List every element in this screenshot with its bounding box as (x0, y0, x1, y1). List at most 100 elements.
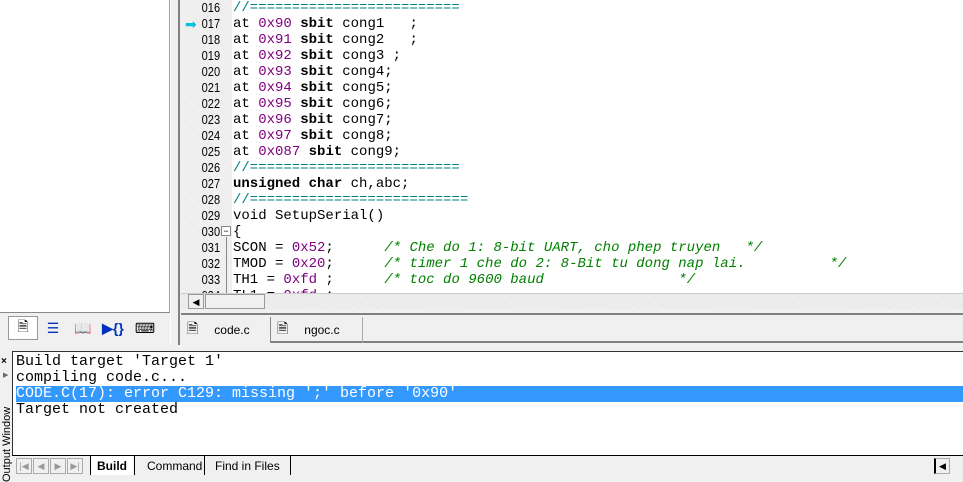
code-token: 0x087 (258, 144, 301, 160)
code-token: 0x91 (258, 32, 292, 48)
file-tab-bar: 🗎 code.c 🗎 ngoc.c (181, 313, 963, 343)
next-tab-icon[interactable]: ▶ (50, 458, 66, 474)
output-line[interactable]: compiling code.c... (16, 370, 963, 386)
code-line[interactable]: at 0x96 sbit cong7; (233, 112, 393, 128)
line-number: 019 (201, 48, 221, 63)
code-token: at (233, 48, 259, 64)
output-window[interactable]: Build target 'Target 1' compiling code.c… (12, 351, 963, 455)
line-number: 018 (201, 32, 221, 47)
code-line[interactable]: at 0x95 sbit cong6; (233, 96, 393, 112)
code-token: at (233, 128, 259, 144)
splitter[interactable] (170, 0, 180, 345)
code-token: cong9; (342, 144, 402, 160)
file-icon: 🗎 (187, 320, 199, 336)
line-number: 028 (201, 192, 221, 207)
line-number: 024 (201, 128, 221, 143)
code-line[interactable]: at 0x97 sbit cong8; (233, 128, 393, 144)
code-line[interactable]: TMOD = 0x20; /* timer 1 che do 2: 8-Bit … (233, 256, 846, 272)
code-token: 0x52 (291, 240, 326, 256)
files-tab-icon[interactable]: 🗎 (8, 316, 38, 340)
line-number: 020 (201, 64, 221, 79)
code-token: //========================= (233, 0, 460, 16)
code-token: sbit (291, 96, 334, 112)
templates-tab-icon[interactable]: ⌨ (130, 316, 160, 340)
line-number: 016 (201, 0, 221, 15)
code-token: sbit (291, 80, 334, 96)
code-token: 0x92 (258, 48, 292, 64)
code-line[interactable]: //========================= (233, 0, 460, 16)
code-token: at (233, 112, 259, 128)
scroll-left-icon[interactable]: ◀ (188, 294, 204, 309)
code-token: 0x95 (258, 96, 292, 112)
code-line[interactable]: //========================== (233, 192, 468, 208)
prev-tab-icon[interactable]: ◀ (33, 458, 49, 474)
code-token: sbit (291, 16, 334, 32)
code-line[interactable]: at 0x90 sbit cong1 ; (233, 16, 418, 32)
code-token: ch,abc; (342, 176, 410, 192)
code-line[interactable]: SCON = 0x52; /* Che do 1: 8-bit UART, ch… (233, 240, 762, 256)
code-token: ; (325, 256, 385, 272)
code-line[interactable]: void SetupSerial() (233, 208, 384, 224)
tab-command[interactable]: Command (134, 456, 214, 475)
code-token: sbit (300, 144, 343, 160)
tab-build[interactable]: Build (90, 456, 133, 475)
code-token: TH1 = (233, 272, 284, 288)
output-line-selected[interactable]: CODE.C(17): error C129: missing ';' befo… (16, 386, 963, 402)
code-token: 0x90 (258, 16, 292, 32)
code-token: cong1 ; (333, 16, 418, 32)
code-token: cong3 ; (333, 48, 402, 64)
first-tab-icon[interactable]: |◀ (16, 458, 32, 474)
output-line[interactable]: Build target 'Target 1' (16, 354, 963, 370)
code-token: /* toc do 9600 baud */ (384, 272, 696, 288)
code-token: sbit (291, 112, 334, 128)
code-token: cong6; (333, 96, 393, 112)
fold-collapse-icon[interactable]: − (221, 226, 231, 236)
line-number: 029 (201, 208, 221, 223)
functions-tab-icon[interactable]: ▶{} (98, 316, 128, 340)
code-token: ; (325, 240, 385, 256)
project-tabs: 🗎 ☰ 📖 ▶{} ⌨ (0, 312, 170, 342)
tab-ngoc-c[interactable]: 🗎 ngoc.c (273, 317, 363, 343)
code-token: void SetupSerial() (233, 208, 385, 224)
line-number: 021 (201, 80, 221, 95)
code-token: SCON = (233, 240, 292, 256)
code-token: cong7; (333, 112, 393, 128)
code-line[interactable]: at 0x91 sbit cong2 ; (233, 32, 418, 48)
code-line[interactable]: //========================= (233, 160, 460, 176)
code-token: /* timer 1 che do 2: 8-Bit tu dong nap l… (384, 256, 847, 272)
scroll-left-icon[interactable]: ◀ (934, 458, 950, 474)
books-tab-icon[interactable]: 📖 (68, 316, 98, 340)
code-token: sbit (291, 128, 334, 144)
code-token: sbit (291, 32, 334, 48)
code-token: //========================== (233, 192, 469, 208)
code-line[interactable]: TH1 = 0xfd ; /* toc do 9600 baud */ (233, 272, 695, 288)
code-line[interactable]: unsigned char ch,abc; (233, 176, 409, 192)
code-token: cong8; (333, 128, 393, 144)
close-icon[interactable]: × (1, 356, 7, 367)
code-line[interactable]: at 0x087 sbit cong9; (233, 144, 401, 160)
fold-line (226, 237, 227, 293)
line-number: 027 (201, 176, 221, 191)
code-line[interactable]: at 0x93 sbit cong4; (233, 64, 393, 80)
code-token: unsigned char (233, 176, 343, 192)
project-panel (0, 0, 170, 312)
scroll-thumb[interactable] (205, 294, 265, 309)
file-icon: 🗎 (277, 320, 289, 336)
code-token: 0x96 (258, 112, 292, 128)
code-editor[interactable]: ➡ 016//========================= 017 at 0x… (181, 0, 963, 293)
code-token: at (233, 144, 259, 160)
code-token: cong4; (333, 64, 393, 80)
code-token: 0x20 (291, 256, 326, 272)
expand-icon[interactable]: ▶ (3, 371, 8, 379)
code-token: cong5; (333, 80, 393, 96)
tab-code-c[interactable]: 🗎 code.c (181, 317, 271, 343)
last-tab-icon[interactable]: ▶| (67, 458, 83, 474)
output-window-frame: × ▶ Output Window (0, 351, 13, 482)
code-line[interactable]: at 0x94 sbit cong5; (233, 80, 393, 96)
regs-tab-icon[interactable]: ☰ (38, 316, 68, 340)
code-line[interactable]: at 0x92 sbit cong3 ; (233, 48, 401, 64)
tab-find-in-files[interactable]: Find in Files (204, 456, 291, 475)
code-line[interactable]: { (233, 224, 241, 240)
output-line[interactable]: Target not created (16, 402, 963, 418)
horizontal-scrollbar[interactable]: ◀ (181, 293, 963, 309)
